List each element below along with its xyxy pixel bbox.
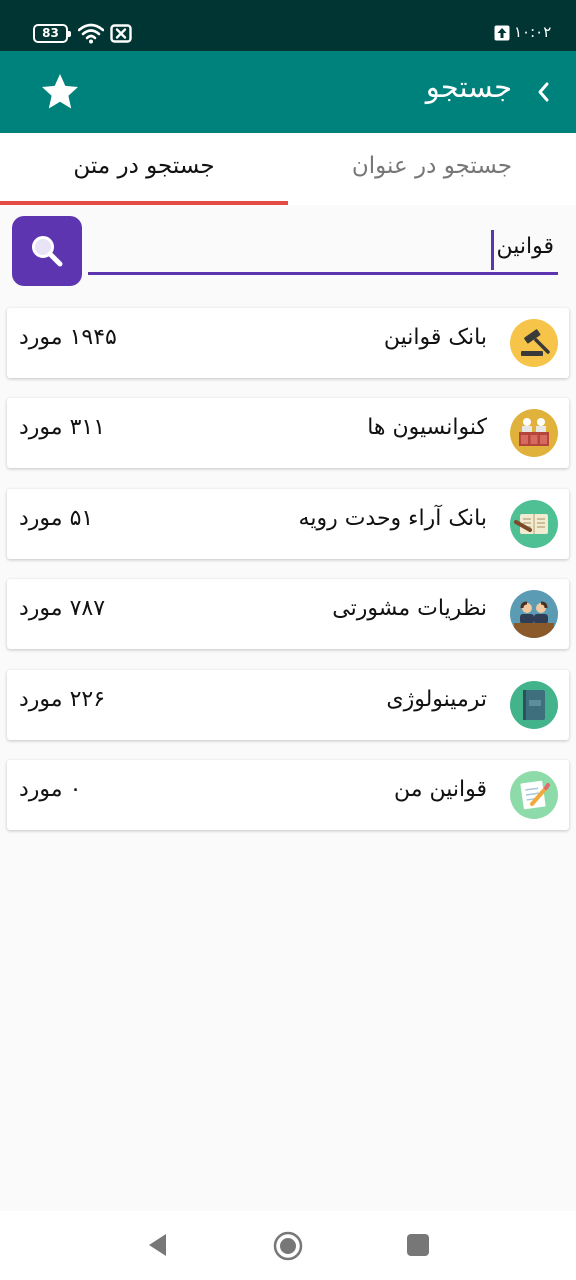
status-bar: 83 ۱۰:۰۲ (0, 0, 576, 51)
system-nav-bar (0, 1211, 576, 1280)
search-input[interactable] (88, 229, 558, 275)
search-button[interactable] (12, 216, 82, 286)
nav-recents-icon[interactable] (407, 1234, 429, 1256)
tab-search-in-title[interactable]: جستجو در عنوان (288, 133, 576, 205)
list-item-count: ۰ مورد (19, 777, 82, 802)
nav-back-icon[interactable] (146, 1232, 170, 1258)
nav-home-icon[interactable] (273, 1231, 303, 1261)
page-title: جستجو (425, 70, 512, 104)
upload-icon (494, 25, 510, 41)
list-item-laws-bank[interactable]: بانک قوانین ۱۹۴۵ مورد (7, 308, 569, 378)
list-item-label: بانک قوانین (383, 325, 487, 350)
list-item-label: بانک آراء وحدت رویه (298, 506, 487, 531)
law-book-icon (510, 681, 558, 729)
tab-search-in-text[interactable]: جستجو در متن (0, 133, 288, 205)
list-item-terminology[interactable]: ترمینولوژی ۲۲۶ مورد (7, 670, 569, 740)
text-cursor (491, 230, 494, 270)
list-item-my-laws[interactable]: قوانین من ۰ مورد (7, 760, 569, 830)
convention-icon (510, 409, 558, 457)
search-row (0, 205, 576, 295)
consultants-icon (510, 590, 558, 638)
star-icon[interactable] (40, 72, 80, 112)
list-item-unanimity-rulings[interactable]: بانک آراء وحدت رویه ۵۱ مورد (7, 489, 569, 559)
notification-x-icon (110, 24, 132, 43)
app-bar: جستجو (0, 51, 576, 133)
tab-bar: جستجو در عنوان جستجو در متن (0, 133, 576, 205)
list-item-count: ۲۲۶ مورد (19, 687, 106, 712)
list-item-count: ۵۱ مورد (19, 506, 94, 531)
list-item-label: ترمینولوژی (386, 687, 487, 712)
clock: ۱۰:۰۲ (514, 23, 552, 41)
battery-icon: 83 (33, 24, 71, 43)
list-item-count: ۱۹۴۵ مورد (19, 325, 117, 350)
search-icon (32, 236, 63, 267)
chevron-right-icon[interactable] (533, 77, 555, 107)
list-item-count: ۳۱۱ مورد (19, 415, 106, 440)
list-item-conventions[interactable]: کنوانسیون ها ۳۱۱ مورد (7, 398, 569, 468)
list-item-label: قوانین من (393, 777, 487, 802)
gavel-icon (510, 319, 558, 367)
list-item-label: نظریات مشورتی (332, 596, 487, 621)
list-item-label: کنوانسیون ها (367, 415, 487, 440)
list-item-count: ۷۸۷ مورد (19, 596, 106, 621)
note-pencil-icon (510, 771, 558, 819)
wifi-icon (78, 23, 104, 44)
judgment-book-icon (510, 500, 558, 548)
list-item-advisory-opinions[interactable]: نظریات مشورتی ۷۸۷ مورد (7, 579, 569, 649)
